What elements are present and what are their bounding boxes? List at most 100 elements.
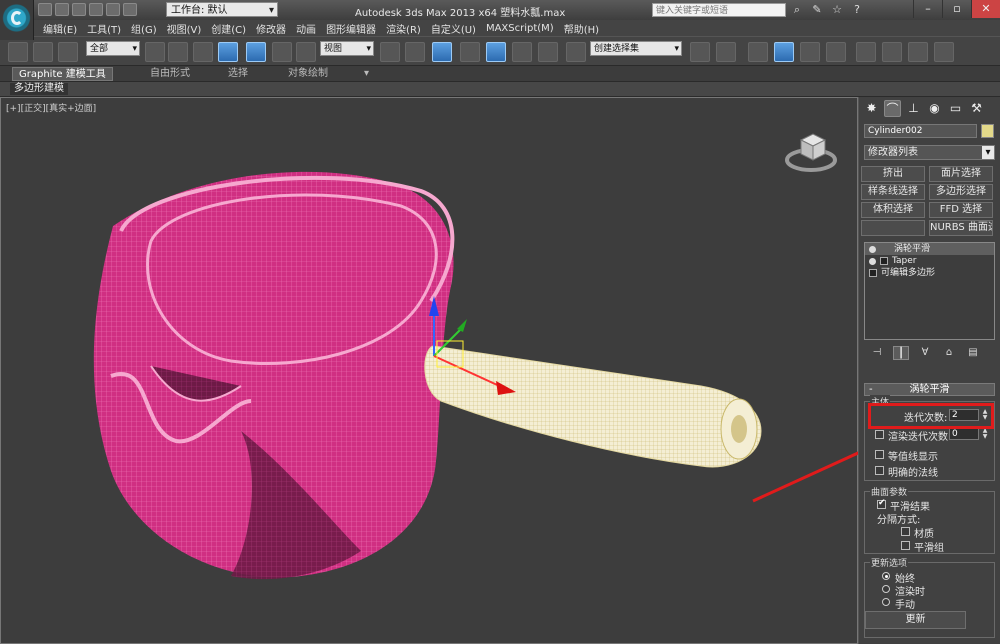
menu-customize[interactable]: 自定义(U) [426,21,481,36]
help-icon[interactable]: ? [850,3,864,16]
angle-snap-icon[interactable] [486,42,506,62]
menu-animation[interactable]: 动画 [291,21,321,36]
modifier-stack[interactable]: 涡轮平滑 Taper 可编辑多边形 [864,242,995,340]
snaps-toggle-icon[interactable] [460,42,480,62]
modifier-list-dropdown[interactable]: 修改器列表 [864,145,995,160]
menu-tools[interactable]: 工具(T) [82,21,126,36]
select-rotate-icon[interactable] [272,42,292,62]
select-by-name-icon[interactable] [168,42,188,62]
material-checkbox[interactable] [901,527,910,536]
menu-modifiers[interactable]: 修改器 [251,21,291,36]
unlink-icon[interactable] [33,42,53,62]
edit-named-selection-icon[interactable] [566,42,586,62]
app-logo-icon[interactable] [0,0,34,40]
tab-object-paint[interactable]: 对象绘制 [282,67,334,81]
menu-create[interactable]: 创建(C) [206,21,251,36]
layer-manager-icon[interactable] [748,42,768,62]
render-teapot-icon[interactable] [934,42,954,62]
select-object-icon[interactable] [145,42,165,62]
spinner-snap-icon[interactable] [538,42,558,62]
tab-selection[interactable]: 选择 [222,67,254,81]
select-manipulate-icon[interactable] [405,42,425,62]
align-icon[interactable] [716,42,736,62]
viewcube[interactable] [783,124,839,176]
stack-item-taper[interactable]: Taper [865,255,994,267]
motion-tab-icon[interactable]: ◉ [926,100,943,117]
graphite-toggle-icon[interactable] [774,42,794,62]
undo-icon[interactable] [89,3,103,16]
schematic-view-icon[interactable] [826,42,846,62]
utilities-tab-icon[interactable]: ⚒ [968,100,985,117]
update-rendering-radio[interactable] [882,585,890,593]
make-unique-icon[interactable]: ∀ [917,346,933,360]
menu-rendering[interactable]: 渲染(R) [381,21,426,36]
update-button[interactable]: 更新 [865,611,966,629]
rectangular-selection-icon[interactable] [193,42,213,62]
pivot-center-icon[interactable] [380,42,400,62]
menu-graph-editors[interactable]: 图形编辑器 [321,21,381,36]
menu-help[interactable]: 帮助(H) [559,21,604,36]
render-iterations-input[interactable]: 0 [949,428,979,440]
maximize-button[interactable]: ▫ [942,0,971,18]
pin-stack-icon[interactable]: ⊣ [869,346,885,360]
explicit-normals-checkbox[interactable] [875,466,884,475]
save-icon[interactable] [72,3,86,16]
object-color-swatch[interactable] [981,124,994,138]
material-editor-icon[interactable] [856,42,876,62]
bind-space-warp-icon[interactable] [58,42,78,62]
render-iterations-spinner[interactable]: ▲ ▼ [981,428,989,440]
search-input[interactable]: 键入关键字或短语 [652,3,786,17]
select-move-icon[interactable] [246,42,266,62]
new-file-icon[interactable] [38,3,52,16]
smooth-result-checkbox[interactable] [877,498,886,509]
percent-snap-icon[interactable] [512,42,532,62]
redo-icon[interactable] [106,3,120,16]
minimize-button[interactable]: – [913,0,942,18]
expand-icon[interactable] [869,269,877,277]
empty-button[interactable] [861,220,925,236]
rendered-frame-window-icon[interactable] [908,42,928,62]
binoculars-icon[interactable]: ⌕ [790,3,804,16]
tools-icon[interactable]: ✎ [810,3,824,16]
smoothing-groups-checkbox[interactable] [901,541,910,550]
poly-select-button[interactable]: 多边形选择 [929,184,993,200]
tab-graphite-modeling[interactable]: Graphite 建模工具 [12,67,113,81]
visibility-bulb-icon[interactable] [869,245,876,253]
menu-views[interactable]: 视图(V) [162,21,207,36]
reference-coordinate-dropdown[interactable]: 视图 [320,41,374,57]
mirror-icon[interactable] [690,42,710,62]
nurbs-surface-select-button[interactable]: NURBS 曲面选择 [929,220,993,236]
polygon-modeling-panel[interactable]: 多边形建模 [10,83,68,95]
workspace-dropdown[interactable]: 工作台: 默认 [166,2,278,18]
update-always-radio[interactable] [882,572,890,580]
close-button[interactable]: ✕ [971,0,1000,18]
update-manually-radio[interactable] [882,598,890,606]
stack-item-turbosmooth[interactable]: 涡轮平滑 [865,243,994,255]
display-tab-icon[interactable]: ▭ [947,100,964,117]
render-setup-icon[interactable] [882,42,902,62]
menu-maxscript[interactable]: MAXScript(M) [481,23,559,34]
menu-edit[interactable]: 编辑(E) [38,21,82,36]
tab-freeform[interactable]: 自由形式 [144,67,196,81]
spline-select-button[interactable]: 样条线选择 [861,184,925,200]
visibility-bulb-icon[interactable] [869,257,876,265]
ladle-model[interactable] [1,98,859,644]
render-iterations-checkbox[interactable] [875,430,884,439]
menu-group[interactable]: 组(G) [126,21,162,36]
select-scale-icon[interactable] [296,42,316,62]
ffd-select-button[interactable]: FFD 选择 [929,202,993,218]
project-folder-icon[interactable] [123,3,137,16]
selection-filter-dropdown[interactable]: 全部 [86,41,140,57]
create-tab-icon[interactable]: ✸ [863,100,880,117]
show-end-result-icon[interactable]: ┃ [893,346,909,360]
hierarchy-tab-icon[interactable]: ⊥ [905,100,922,117]
isoline-checkbox[interactable] [875,450,884,459]
named-selection-dropdown[interactable]: 创建选择集 [590,41,682,57]
remove-modifier-icon[interactable]: ⌂ [941,346,957,360]
modify-tab-icon[interactable]: ⌒ [884,100,901,117]
stack-item-editable-poly[interactable]: 可编辑多边形 [865,267,994,279]
star-icon[interactable]: ☆ [830,3,844,16]
expand-icon[interactable] [880,257,888,265]
extrude-button[interactable]: 挤出 [861,166,925,182]
patch-select-button[interactable]: 面片选择 [929,166,993,182]
